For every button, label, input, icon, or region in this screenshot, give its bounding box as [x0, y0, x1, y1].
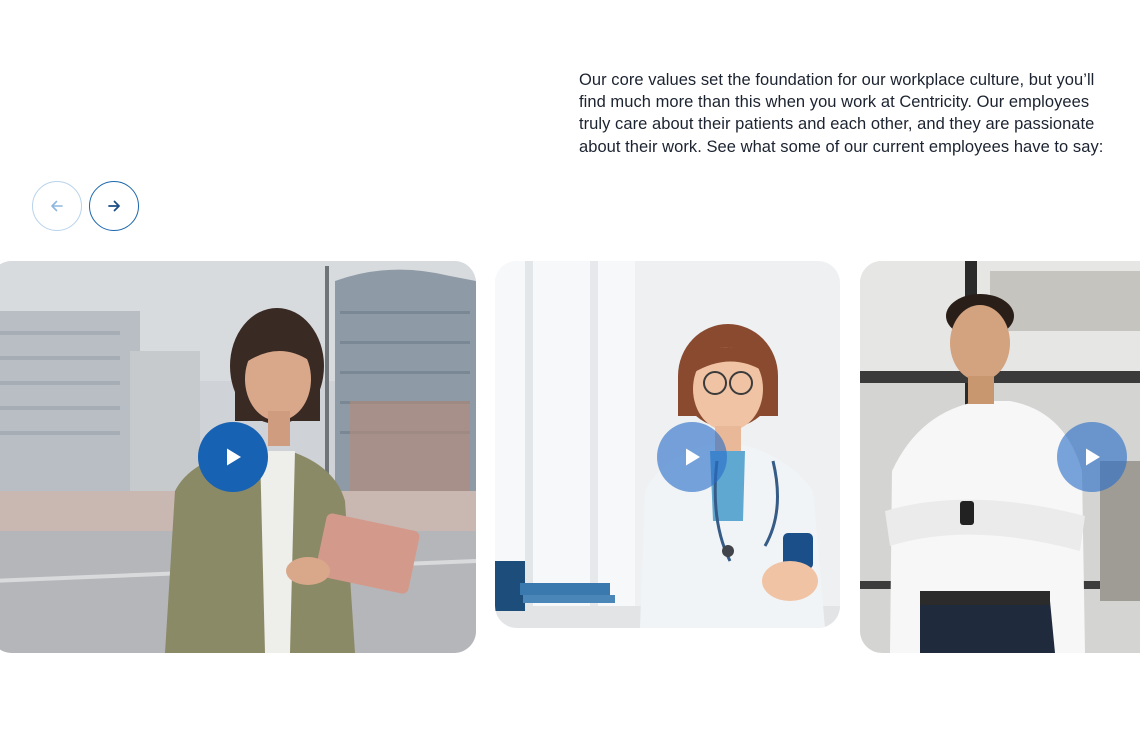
play-icon — [686, 448, 700, 466]
arrow-right-icon — [108, 200, 120, 212]
page: Our core values set the foundation for o… — [0, 0, 1140, 740]
carousel-prev-button[interactable] — [32, 181, 82, 231]
play-video-button[interactable] — [657, 422, 727, 492]
intro-paragraph: Our core values set the foundation for o… — [579, 71, 1104, 156]
employee-video-card[interactable] — [860, 261, 1140, 653]
employee-video-card[interactable] — [495, 261, 840, 628]
employee-video-card[interactable] — [0, 261, 476, 653]
carousel-next-button[interactable] — [89, 181, 139, 231]
arrow-left-icon — [51, 200, 63, 212]
play-video-button[interactable] — [198, 422, 268, 492]
play-video-button[interactable] — [1057, 422, 1127, 492]
play-icon — [227, 448, 241, 466]
play-icon — [1086, 448, 1100, 466]
